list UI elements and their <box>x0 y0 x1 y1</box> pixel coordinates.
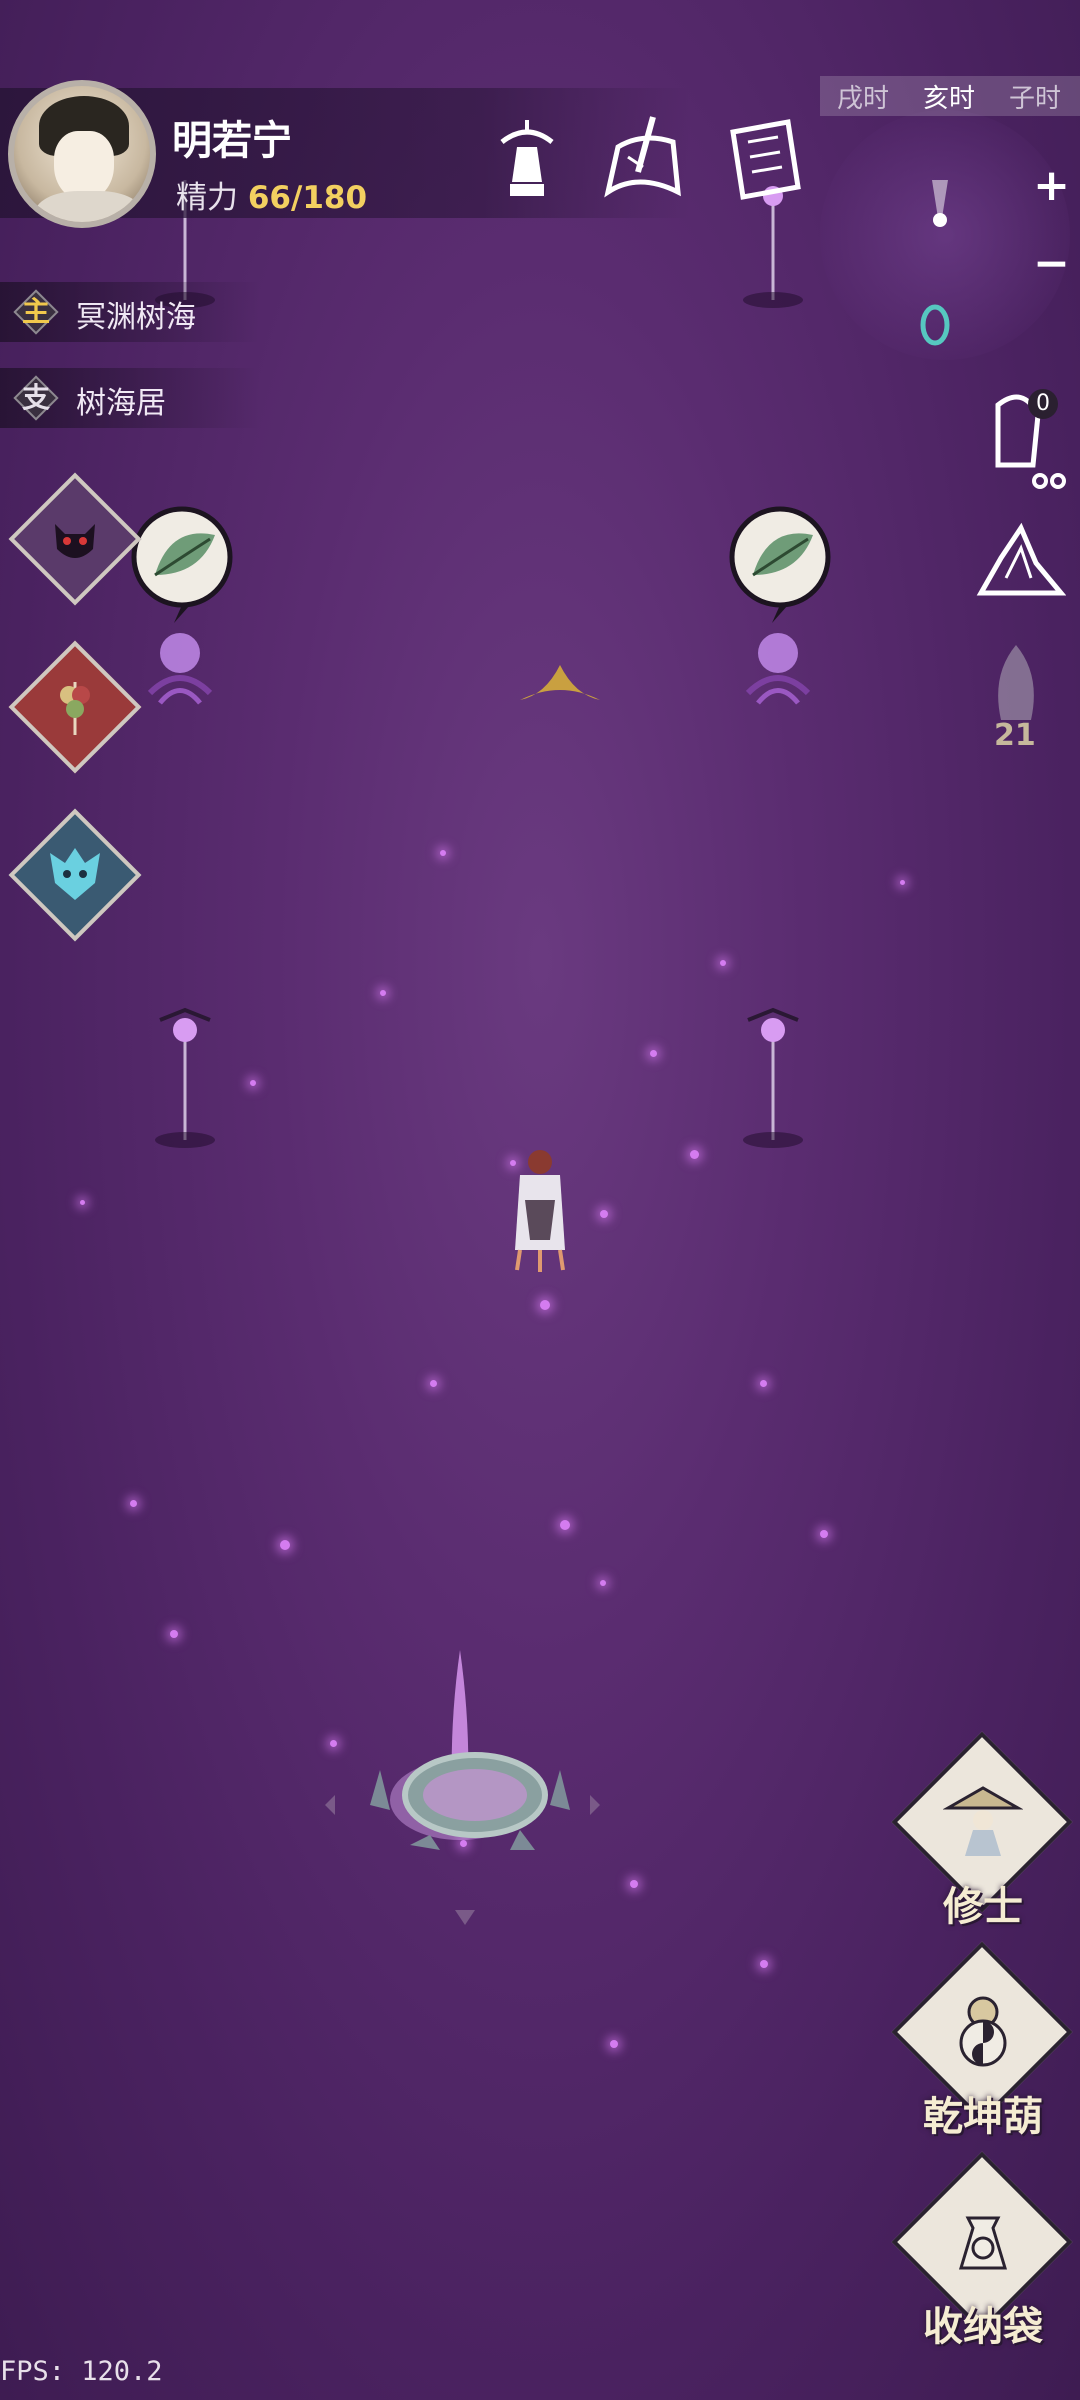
purple-flower-icon <box>745 633 811 705</box>
gourd-button[interactable]: 乾坤葫 <box>891 1941 1073 2158</box>
cultivator-label: 修士 <box>943 1884 1023 1930</box>
player-character[interactable] <box>495 1140 585 1280</box>
fps-counter: FPS: 120.2 <box>0 2356 163 2387</box>
stamina-display: 精力 66/180 <box>176 172 367 217</box>
leaf-marker-icon <box>729 506 831 623</box>
gourd-icon <box>959 1996 1007 2067</box>
zoom-out-button[interactable]: − <box>1033 238 1070 289</box>
gourd-label: 乾坤葫 <box>923 2094 1043 2140</box>
ledger-icon[interactable] <box>718 112 808 208</box>
storage-bag-button[interactable]: 收纳袋 <box>891 2151 1073 2368</box>
pagoda-icon[interactable] <box>482 112 572 208</box>
azure-dragon-icon <box>50 848 100 900</box>
side-quest[interactable]: 支 树海居 <box>0 368 260 428</box>
time-current: 亥时 <box>922 83 975 114</box>
cultivator-icon <box>943 1786 1023 1856</box>
skewer-skill[interactable] <box>8 640 142 774</box>
main-quest-tag: 主 <box>21 295 50 328</box>
player-avatar[interactable] <box>8 80 156 228</box>
mountain-pavilion-icon[interactable] <box>976 518 1066 608</box>
lantern-post-icon <box>155 1007 215 1148</box>
minimap[interactable] <box>820 110 1070 360</box>
herb-node[interactable] <box>728 505 838 735</box>
side-quest-tag: 支 <box>21 381 50 414</box>
bell-button[interactable]: 0 <box>978 385 1068 495</box>
cultivator-button[interactable]: 修士 <box>891 1731 1073 1948</box>
spirit-count: 21 <box>994 718 1036 753</box>
purple-flower-icon <box>147 633 213 705</box>
leaf-marker-icon <box>131 506 233 623</box>
main-quest-title: 冥渊树海 <box>76 300 196 335</box>
stamina-label: 精力 <box>176 180 238 216</box>
time-prev: 戌时 <box>836 83 889 114</box>
player-name: 明若宁 <box>172 118 292 164</box>
time-next: 子时 <box>1008 83 1061 114</box>
zoom-in-button[interactable]: + <box>1033 160 1070 211</box>
direction-arrow-icon <box>520 665 600 700</box>
player-marker-icon <box>932 180 948 227</box>
portal-marker-icon <box>920 304 950 346</box>
spirit-flame-icon <box>998 645 1034 720</box>
azure-dragon-skill[interactable] <box>8 808 142 942</box>
brush-scroll-icon[interactable] <box>598 112 688 208</box>
time-of-day-bar: 戌时 亥时 子时 <box>820 76 1080 116</box>
skewer-icon <box>60 682 90 735</box>
herb-node[interactable] <box>130 505 240 735</box>
demon-mask-skill[interactable] <box>8 472 142 606</box>
lantern-post-icon <box>743 1007 803 1148</box>
storage-bag-icon <box>958 2216 1008 2270</box>
side-quest-title: 树海居 <box>76 386 166 421</box>
demon-mask-icon <box>55 524 95 558</box>
storage-bag-label: 收纳袋 <box>923 2304 1043 2350</box>
main-quest[interactable]: 主 冥渊树海 <box>0 282 260 342</box>
spirit-counter[interactable]: 21 <box>976 640 1056 760</box>
bell-badge: 0 <box>1028 389 1058 419</box>
stamina-value: 66/180 <box>247 180 368 216</box>
teleport-altar[interactable] <box>320 1640 600 1940</box>
